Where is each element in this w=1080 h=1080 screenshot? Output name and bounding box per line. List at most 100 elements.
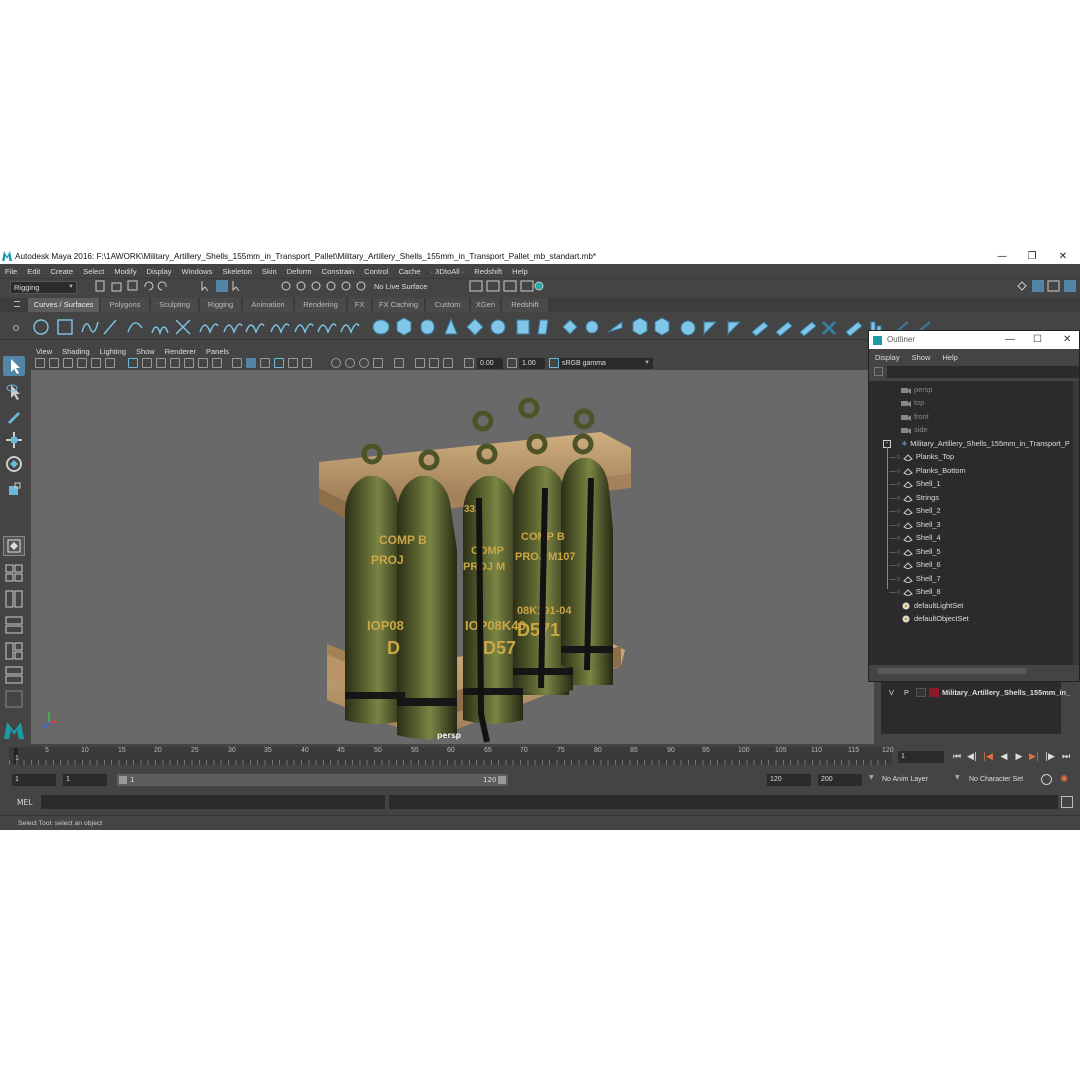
stitch-icon[interactable] <box>821 320 837 336</box>
layout-four-button[interactable] <box>3 564 25 582</box>
snap-view-icon[interactable] <box>326 281 336 291</box>
step-forward-frame-icon[interactable]: |▶ <box>1044 751 1056 763</box>
screen-space-ao-icon[interactable] <box>331 358 341 368</box>
anim-layer-dropdown[interactable]: No Anim Layer <box>879 774 953 786</box>
range-bar[interactable]: 1 120 <box>117 774 508 786</box>
select-component-icon[interactable] <box>232 281 240 292</box>
insert-knot-icon[interactable] <box>223 323 243 334</box>
camera-attributes-icon[interactable] <box>49 358 59 368</box>
tree-row-shell-3[interactable]: —○ Shell_3 <box>889 518 941 531</box>
go-to-end-icon[interactable]: ⏭ <box>1060 751 1072 763</box>
menu-windows[interactable]: Windows <box>182 267 213 276</box>
gamma-icon[interactable] <box>507 358 517 368</box>
trim-tool-icon[interactable] <box>703 321 718 336</box>
viewport-menu-lighting[interactable]: Lighting <box>100 347 126 356</box>
xray-joints-icon[interactable] <box>429 358 439 368</box>
safe-action-icon[interactable] <box>198 358 208 368</box>
layout-persp-graph-button[interactable] <box>3 642 25 660</box>
attach-curves-icon[interactable] <box>175 319 191 335</box>
tree-row-side[interactable]: side <box>901 423 928 436</box>
birail-icon[interactable] <box>607 321 623 333</box>
shelf-menu-icon[interactable] <box>14 301 20 307</box>
tree-row-shell-6[interactable]: —○ Shell_6 <box>889 558 941 571</box>
pencil-curve-icon[interactable] <box>127 322 143 333</box>
minimize-button[interactable]: — <box>1005 331 1015 349</box>
tree-row-strings[interactable]: —○ Strings <box>889 491 939 504</box>
step-forward-key-icon[interactable]: ▶| <box>1028 751 1040 763</box>
nurbs-cube-icon[interactable] <box>396 317 412 336</box>
render-settings-icon[interactable] <box>520 280 534 292</box>
outliner-search-input[interactable] <box>887 366 1079 378</box>
layout-persp-outliner-button[interactable] <box>3 616 25 634</box>
tree-row-shell-1[interactable]: —○ Shell_1 <box>889 477 941 490</box>
outliner-horizontal-scrollbar[interactable] <box>877 668 1027 674</box>
project-curve-icon[interactable] <box>775 321 793 337</box>
tree-row-persp[interactable]: persp <box>901 383 933 396</box>
menu-file[interactable]: File <box>5 267 17 276</box>
shelf-tab-redshift[interactable]: Redshift <box>502 298 549 312</box>
layout-single-button[interactable] <box>3 536 25 556</box>
play-forwards-icon[interactable]: ▶ <box>1013 751 1025 763</box>
attribute-editor-icon[interactable] <box>1032 280 1044 292</box>
nurbs-sphere-icon[interactable] <box>372 319 390 335</box>
exposure-icon[interactable] <box>464 358 474 368</box>
snap-surface-icon[interactable] <box>341 281 351 291</box>
exposure-field[interactable]: 0.00 <box>477 358 503 369</box>
camera-select-icon[interactable] <box>35 358 45 368</box>
select-tool-button[interactable] <box>3 356 25 376</box>
new-scene-icon[interactable] <box>95 280 105 292</box>
close-button[interactable]: ✕ <box>1063 331 1071 349</box>
layer-playback-toggle[interactable]: P <box>904 686 909 699</box>
rebuild-curve-icon[interactable] <box>294 323 314 334</box>
cv-curve-icon[interactable] <box>81 321 99 333</box>
xray-icon[interactable] <box>415 358 425 368</box>
playback-start-field[interactable]: 1 <box>63 774 107 786</box>
grid-icon[interactable] <box>128 358 138 368</box>
tree-row-top[interactable]: top <box>901 396 924 409</box>
step-back-frame-icon[interactable]: ◀| <box>966 751 978 763</box>
shelf-tab-rendering[interactable]: Rendering <box>295 298 347 312</box>
menu-skeleton[interactable]: Skeleton <box>222 267 252 276</box>
channel-box-icon[interactable] <box>1064 280 1076 292</box>
outliner-vertical-scrollbar[interactable] <box>1073 381 1079 665</box>
shadows-icon[interactable] <box>302 358 312 368</box>
tree-row-planks-top[interactable]: —○ Planks_Top <box>889 450 954 463</box>
layout-hypershade-button[interactable] <box>3 666 25 684</box>
menu-deform[interactable]: Deform <box>287 267 312 276</box>
shelf-tab-fx[interactable]: FX <box>348 298 372 312</box>
planar-icon[interactable] <box>562 319 578 335</box>
layer-visibility-toggle[interactable]: V <box>889 686 894 699</box>
loft-icon[interactable] <box>537 319 549 335</box>
tree-row-default-light-set[interactable]: defaultLightSet <box>901 599 963 612</box>
gamma-field[interactable]: 1.00 <box>519 358 545 369</box>
layout-toggle-button[interactable] <box>3 690 25 708</box>
field-chart-icon[interactable] <box>184 358 194 368</box>
nurbs-cylinder-icon[interactable] <box>420 319 435 335</box>
scale-tool-button[interactable] <box>3 480 25 500</box>
bookmark-icon[interactable] <box>63 358 73 368</box>
menu-create[interactable]: Create <box>50 267 73 276</box>
extend-curve-icon[interactable] <box>245 323 265 334</box>
tree-row-shell-7[interactable]: —○ Shell_7 <box>889 572 941 585</box>
viewport-menu-view[interactable]: View <box>36 347 52 356</box>
auto-key-icon[interactable] <box>1041 774 1052 785</box>
go-to-start-icon[interactable]: ⏮ <box>951 751 963 763</box>
viewport-menu-renderer[interactable]: Renderer <box>165 347 196 356</box>
maximize-button[interactable]: ☐ <box>1033 331 1042 349</box>
sculpt-geometry-icon[interactable] <box>845 321 863 337</box>
menu-constrain[interactable]: Constrain <box>322 267 355 276</box>
smooth-shade-icon[interactable] <box>246 358 256 368</box>
current-frame-field[interactable]: 1 <box>898 751 944 763</box>
display-layer-row[interactable]: V P Military_Artillery_Shells_155mm_in_ <box>881 686 1070 699</box>
shelf-tab-fx-caching[interactable]: FX Caching <box>373 298 425 312</box>
safe-title-icon[interactable] <box>212 358 222 368</box>
script-editor-icon[interactable] <box>1061 796 1073 808</box>
hypershade-icon[interactable] <box>534 281 544 291</box>
tree-row-planks-bottom[interactable]: —○ Planks_Bottom <box>889 464 966 477</box>
menu-redshift[interactable]: Redshift <box>474 267 502 276</box>
paint-select-tool-button[interactable] <box>3 406 25 426</box>
isolate-select-icon[interactable] <box>394 358 404 368</box>
menu-select[interactable]: Select <box>83 267 104 276</box>
image-plane-icon[interactable] <box>77 358 87 368</box>
select-hierarchy-icon[interactable] <box>201 281 209 292</box>
